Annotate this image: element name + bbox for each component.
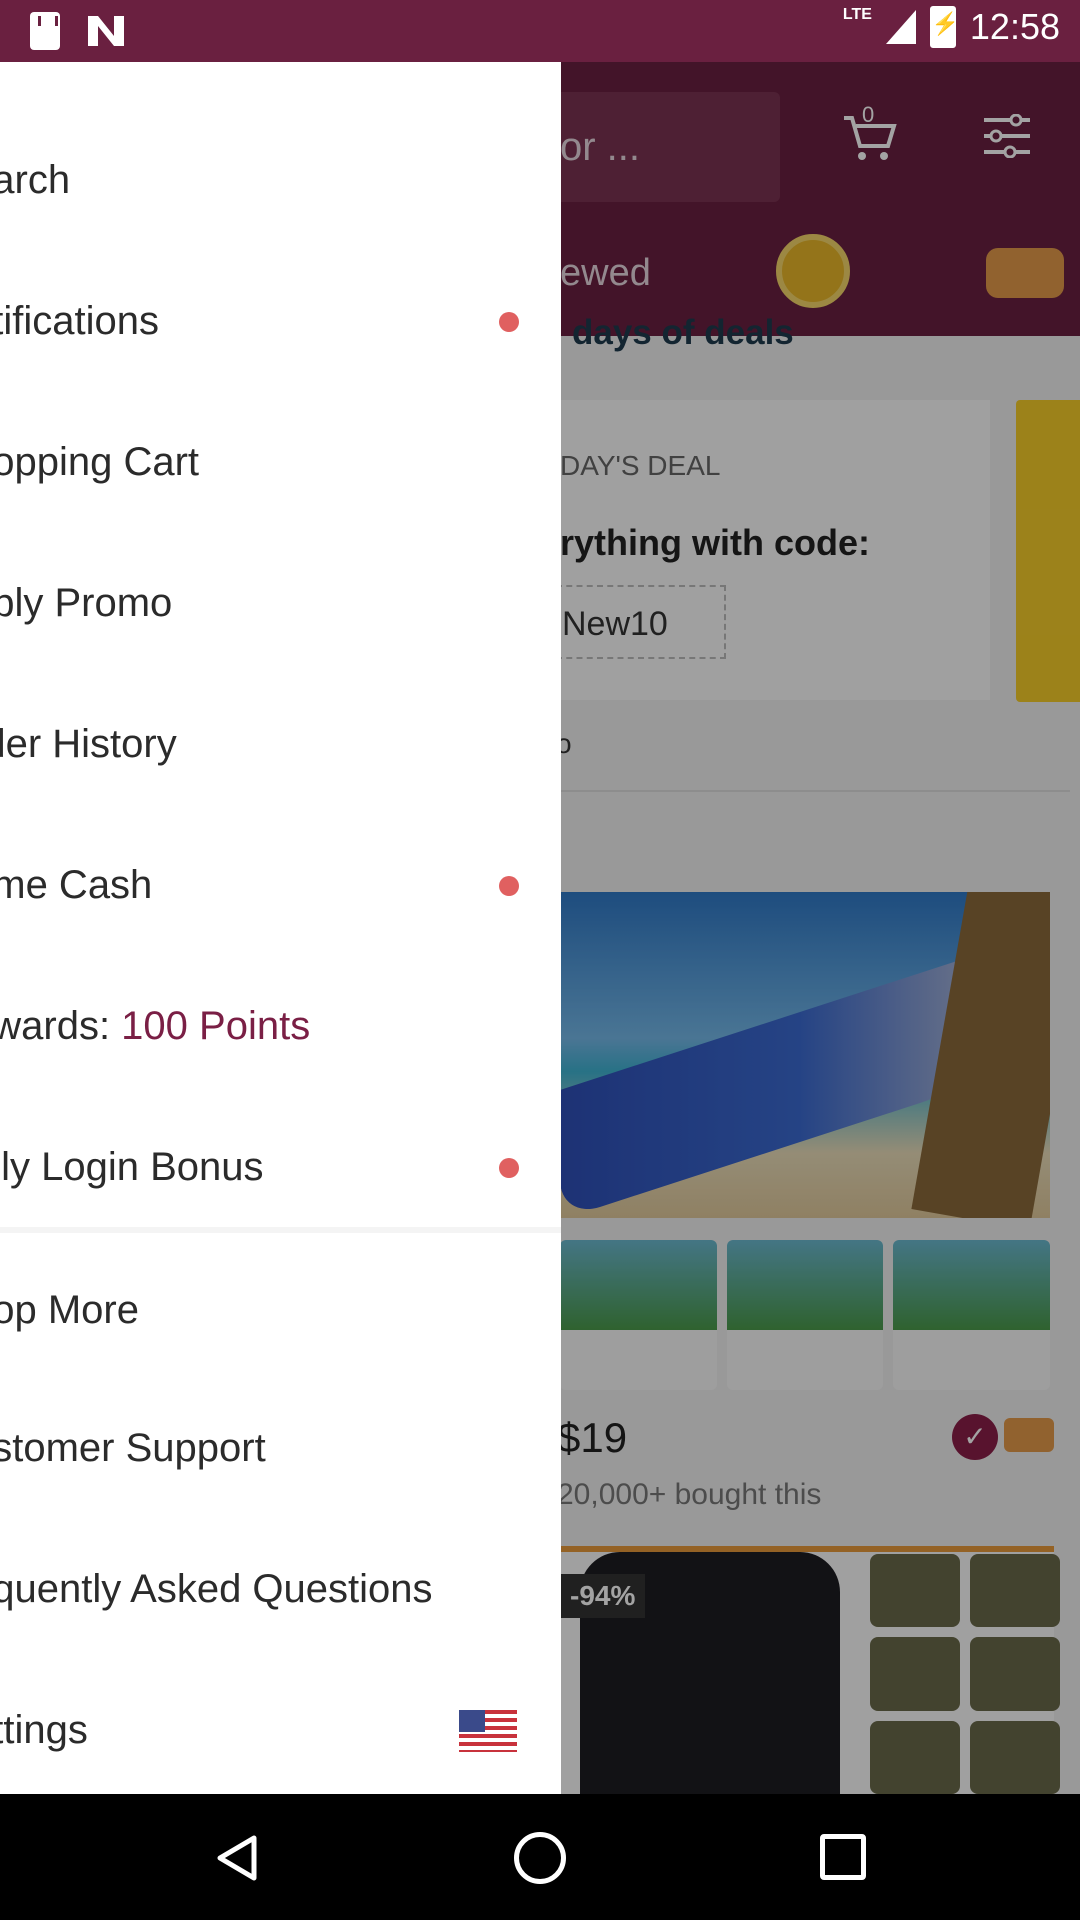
drawer-item-label: pply Promo [0,581,173,625]
sd-card-icon [30,12,60,50]
drawer-divider [0,1227,561,1233]
clock: 12:58 [969,6,1060,47]
drawer-item-notifications[interactable]: otifications [0,251,561,392]
drawer-item-shopping-cart[interactable]: hopping Cart [0,392,561,533]
drawer-item-shop-more[interactable]: hop More [0,1240,561,1381]
drawer-item-label: ustomer Support [0,1426,266,1470]
drawer-item-order-history[interactable]: rder History [0,674,561,815]
drawer-item-apply-promo[interactable]: pply Promo [0,533,561,674]
notification-dot [499,875,519,896]
drawer-item-settings[interactable]: ettings [0,1660,561,1794]
drawer-item-label: hop More [0,1288,139,1332]
drawer-item-rewards[interactable]: ewards: 100 Points [0,956,561,1097]
rewards-points: 100 Points [121,1004,311,1048]
drawer-item-customer-support[interactable]: ustomer Support [0,1378,561,1519]
drawer-item-faq[interactable]: equently Asked Questions [0,1519,561,1660]
n-app-icon [88,16,124,46]
notification-dot [499,1157,519,1178]
back-icon[interactable] [214,1834,262,1882]
status-bar: LTE 12:58 [0,0,1080,62]
signal-icon [885,10,916,44]
navigation-drawer: earch otifications hopping Cart pply Pro… [0,62,561,1794]
notification-dot [499,311,519,332]
lte-label: LTE [842,6,872,23]
rewards-prefix: ewards: [0,1004,111,1048]
drawer-item-label: rder History [0,722,177,766]
drawer-item-label: equently Asked Questions [0,1567,433,1611]
drawer-item-search[interactable]: earch [0,110,561,251]
drawer-item-label: ettings [0,1708,88,1752]
drawer-item-label: hopping Cart [0,440,200,484]
drawer-item-home-cash[interactable]: ome Cash [0,815,561,956]
battery-charging-icon [929,6,959,48]
drawer-item-label: ewards: 100 Points [0,1004,310,1049]
us-flag-icon [459,1709,517,1752]
home-icon[interactable] [514,1832,566,1884]
drawer-item-daily-login-bonus[interactable]: aily Login Bonus [0,1097,561,1238]
recent-apps-icon[interactable] [820,1834,866,1880]
system-nav-bar [0,1794,1080,1920]
drawer-item-label: ome Cash [0,863,153,907]
drawer-item-label: earch [0,158,71,202]
drawer-item-label: aily Login Bonus [0,1145,264,1189]
drawer-item-label: otifications [0,299,159,343]
